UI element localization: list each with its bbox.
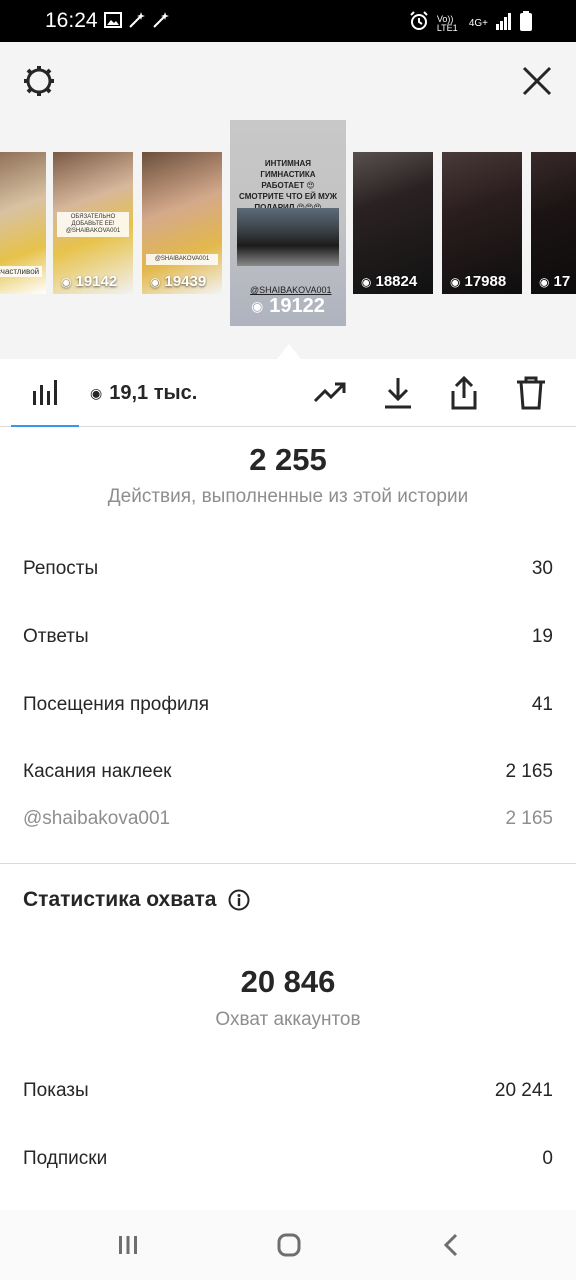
thumbnail-caption: ОБЯЗАТЕЛЬНО ДОБАВЬТЕ ЕЕ! @SHAIBAKOVA001 — [57, 212, 129, 237]
selected-story-views: ◉ 19122 — [251, 295, 325, 317]
stat-value: 2 165 — [505, 808, 553, 829]
thumbnail-caption: счастливой — [0, 266, 42, 277]
stat-row-replies: Ответы 19 — [23, 622, 553, 652]
recents-icon — [119, 1236, 137, 1254]
stat-value: 19 — [531, 626, 553, 647]
story-thumbnail[interactable]: @SHAIBAKOVA001 ◉ 19439 — [142, 152, 222, 294]
close-icon — [522, 66, 552, 96]
thumbnail-views: ◉ 17 — [539, 273, 571, 290]
home-button[interactable] — [272, 1230, 306, 1260]
home-icon — [277, 1233, 301, 1257]
gallery-icon — [104, 11, 122, 29]
story-text: ИНТИМНАЯ ГИМНАСТИКА РАБОТАЕТ 😍 СМОТРИТЕ … — [239, 159, 337, 212]
system-nav-bar — [0, 1210, 576, 1280]
stat-row-follows: Подписки 0 — [23, 1144, 553, 1174]
stat-label: Касания наклеек — [23, 761, 172, 782]
eye-icon: ◉ — [61, 274, 72, 289]
trash-icon — [517, 376, 545, 410]
volte-label: Vo)) LTE1 — [436, 13, 458, 33]
section-divider — [0, 863, 576, 864]
stat-label: Показы — [23, 1080, 89, 1101]
views-count-label: 19,1 тыс. — [109, 382, 198, 404]
thumbnail-caption: @SHAIBAKOVA001 — [146, 254, 218, 265]
signal-icon — [496, 12, 512, 35]
battery-icon — [520, 11, 532, 36]
story-thumbnail[interactable]: ◉ 17988 — [442, 152, 522, 294]
status-time: 16:24 — [45, 9, 98, 32]
stat-row-sticker-taps: Касания наклеек 2 165 — [23, 757, 553, 787]
eye-icon: ◉ — [90, 385, 103, 401]
thumbnail-views: ◉ 18824 — [361, 273, 418, 290]
stat-row-impressions: Показы 20 241 — [23, 1076, 553, 1106]
story-thumbnail[interactable]: ◉ 18824 — [353, 152, 433, 294]
stat-label: Репосты — [23, 558, 99, 579]
share-button[interactable] — [446, 375, 482, 411]
back-button[interactable] — [436, 1230, 470, 1260]
selected-pointer — [277, 344, 301, 359]
stat-row-profile-visits: Посещения профиля 41 — [23, 690, 553, 720]
story-toolbar: ◉ 19,1 тыс. — [0, 359, 576, 427]
magic-wand-icon — [128, 11, 146, 29]
stat-label: Посещения профиля — [23, 694, 209, 715]
thumbnail-views: ◉ 19142 — [61, 273, 118, 290]
network-type-label: 4G+ — [468, 18, 488, 29]
eye-icon: ◉ — [450, 274, 461, 289]
status-bar: 16:24 Vo)) LTE1 4G+ — [0, 0, 576, 42]
thumbnail-views: ◉ 17988 — [450, 273, 507, 290]
trending-up-icon — [313, 382, 346, 403]
notification-icons — [104, 11, 170, 29]
stat-row-sticker-mention: @shaibakova001 2 165 — [23, 804, 553, 834]
stat-label: Подписки — [23, 1148, 108, 1169]
download-button[interactable] — [380, 375, 416, 411]
promote-button[interactable] — [312, 375, 348, 411]
views-count[interactable]: ◉ 19,1 тыс. — [90, 382, 197, 405]
stat-value: 2 165 — [505, 761, 553, 782]
reach-total: 20 846 — [240, 964, 336, 999]
close-button[interactable] — [520, 64, 554, 98]
stat-row-reposts: Репосты 30 — [23, 554, 553, 584]
delete-button[interactable] — [513, 375, 549, 411]
story-thumbnail[interactable]: ◉ 17 — [531, 152, 576, 294]
recents-button[interactable] — [111, 1230, 145, 1260]
actions-total: 2 255 — [249, 442, 327, 477]
eye-icon: ◉ — [361, 274, 372, 289]
settings-button[interactable] — [22, 64, 56, 98]
story-image — [237, 208, 339, 266]
thumbnail-views: ◉ 19439 — [150, 273, 207, 290]
alarm-icon — [409, 11, 429, 36]
gear-icon — [24, 66, 54, 96]
eye-icon: ◉ — [539, 274, 550, 289]
stat-label: Ответы — [23, 626, 89, 647]
reach-title-text: Статистика охвата — [23, 888, 217, 911]
eye-icon: ◉ — [150, 274, 161, 289]
back-icon — [443, 1233, 458, 1257]
info-icon[interactable] — [228, 889, 250, 911]
story-thumbnail[interactable]: счастливой — [0, 152, 46, 294]
stat-value: 30 — [531, 558, 553, 579]
selected-story[interactable]: ИНТИМНАЯ ГИМНАСТИКА РАБОТАЕТ 😍 СМОТРИТЕ … — [230, 120, 346, 326]
download-icon — [385, 378, 411, 409]
tab-insights[interactable] — [11, 359, 79, 427]
reach-section-title: Статистика охвата — [23, 888, 250, 912]
magic-wand-icon — [152, 11, 170, 29]
story-thumbnail[interactable]: ОБЯЗАТЕЛЬНО ДОБАВЬТЕ ЕЕ! @SHAIBAKOVA001 … — [53, 152, 133, 294]
stat-label: @shaibakova001 — [23, 808, 171, 829]
stat-value: 0 — [542, 1148, 553, 1169]
share-icon — [451, 375, 477, 410]
reach-subtitle: Охват аккаунтов — [215, 1009, 361, 1030]
bar-chart-icon — [33, 380, 57, 405]
eye-icon: ◉ — [251, 298, 264, 314]
stat-value: 20 241 — [494, 1080, 553, 1101]
actions-subtitle: Действия, выполненные из этой истории — [107, 486, 469, 507]
story-mention: @SHAIBAKOVA001 — [250, 285, 332, 295]
stat-value: 41 — [531, 694, 553, 715]
system-status-icons: Vo)) LTE1 4G+ — [409, 11, 532, 36]
